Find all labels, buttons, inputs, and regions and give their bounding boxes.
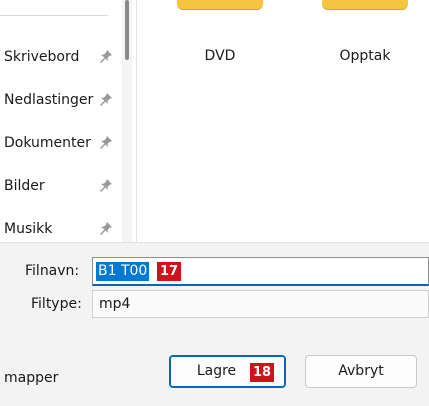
- filename-label: Filnavn:: [25, 263, 80, 279]
- pane-divider: [136, 0, 137, 242]
- nav-divider: [0, 15, 108, 16]
- pin-icon: [100, 136, 112, 149]
- sidebar-item-nedlastinger[interactable]: Nedlastinger: [0, 84, 118, 118]
- save-dialog: Skrivebord Nedlastinger Dokumenter Bilde…: [0, 0, 429, 406]
- filetype-label: Filtype:: [31, 296, 82, 312]
- browse-area: Skrivebord Nedlastinger Dokumenter Bilde…: [0, 0, 429, 242]
- filename-selected-text: B1 T00: [96, 262, 150, 281]
- save-button[interactable]: Lagre 18: [169, 355, 286, 388]
- nav-scrollbar-thumb[interactable]: [125, 0, 129, 60]
- sidebar-item-skrivebord[interactable]: Skrivebord: [0, 41, 118, 75]
- folder-item-opptak[interactable]: Opptak: [322, 0, 408, 92]
- filename-input[interactable]: B1 T00 17: [92, 257, 429, 286]
- folder-icon: [322, 0, 408, 10]
- pin-icon: [100, 50, 112, 63]
- folder-name: DVD: [204, 48, 236, 64]
- filetype-select[interactable]: mp4: [92, 290, 429, 318]
- cancel-button-label: Avbryt: [338, 363, 384, 379]
- cancel-button[interactable]: Avbryt: [305, 355, 417, 388]
- sidebar-item-label: Dokumenter: [4, 135, 91, 151]
- pin-icon: [100, 93, 112, 106]
- sidebar-item-label: Musikk: [4, 221, 53, 237]
- folder-item-dvd[interactable]: DVD: [177, 0, 263, 92]
- pin-icon: [100, 179, 112, 192]
- filetype-value: mp4: [99, 296, 131, 312]
- nav-scrollbar[interactable]: [122, 0, 132, 242]
- sidebar-item-label: Bilder: [4, 178, 45, 194]
- navigation-pane: Skrivebord Nedlastinger Dokumenter Bilde…: [0, 0, 118, 242]
- browse-divider: [0, 242, 429, 243]
- sidebar-item-dokumenter[interactable]: Dokumenter: [0, 127, 118, 161]
- sidebar-item-bilder[interactable]: Bilder: [0, 170, 118, 204]
- save-badge: 18: [250, 363, 275, 382]
- filename-badge: 17: [157, 262, 182, 281]
- pin-icon: [100, 222, 112, 235]
- folder-icon: [177, 0, 263, 10]
- sidebar-item-label: Nedlastinger: [4, 92, 94, 108]
- hide-folders-toggle[interactable]: mapper: [4, 370, 58, 386]
- sidebar-item-label: Skrivebord: [4, 49, 80, 65]
- folder-name: Opptak: [339, 48, 391, 64]
